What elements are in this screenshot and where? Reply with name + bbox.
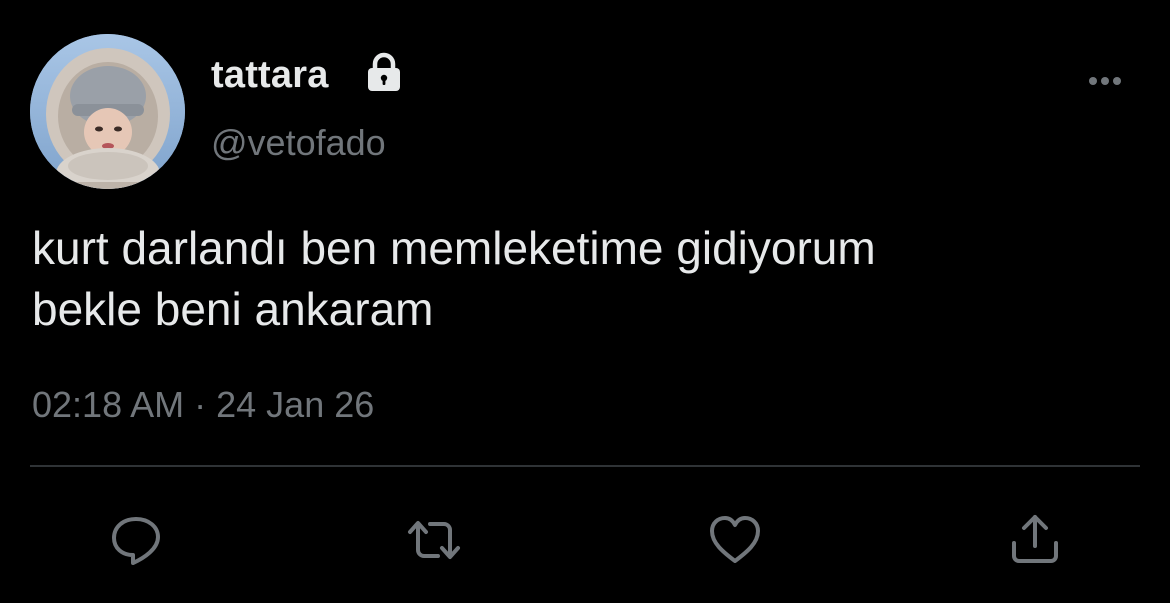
share-icon xyxy=(1012,515,1058,563)
more-icon xyxy=(1089,77,1121,85)
reply-icon xyxy=(112,517,160,565)
divider xyxy=(30,465,1140,467)
reply-button[interactable] xyxy=(106,510,166,570)
tweet-time: 02:18 AM xyxy=(32,384,185,425)
user-handle[interactable]: @vetofado xyxy=(211,121,386,165)
avatar[interactable] xyxy=(30,34,185,189)
lock-icon xyxy=(368,52,400,91)
avatar-image xyxy=(30,34,185,189)
meta-separator: · xyxy=(194,384,207,425)
tweet-timestamp[interactable]: 02:18 AM · 24 Jan 26 xyxy=(32,383,374,427)
tweet-text-line: kurt darlandı ben memleketime gidiyorum xyxy=(32,222,876,274)
like-button[interactable] xyxy=(705,510,765,570)
tweet-date: 24 Jan 26 xyxy=(216,384,375,425)
share-button[interactable] xyxy=(1005,510,1065,570)
retweet-icon xyxy=(408,521,460,559)
display-name[interactable]: tattara xyxy=(211,52,329,98)
heart-icon xyxy=(710,516,760,563)
tweet-text-line: bekle beni ankaram xyxy=(32,283,434,335)
tweet-text: kurt darlandı ben memleketime gidiyorum … xyxy=(32,218,1142,340)
tweet-card: tattara @vetofado kurt darlandı ben meml… xyxy=(0,0,1170,603)
retweet-button[interactable] xyxy=(404,510,464,570)
more-options-button[interactable] xyxy=(1080,66,1130,96)
